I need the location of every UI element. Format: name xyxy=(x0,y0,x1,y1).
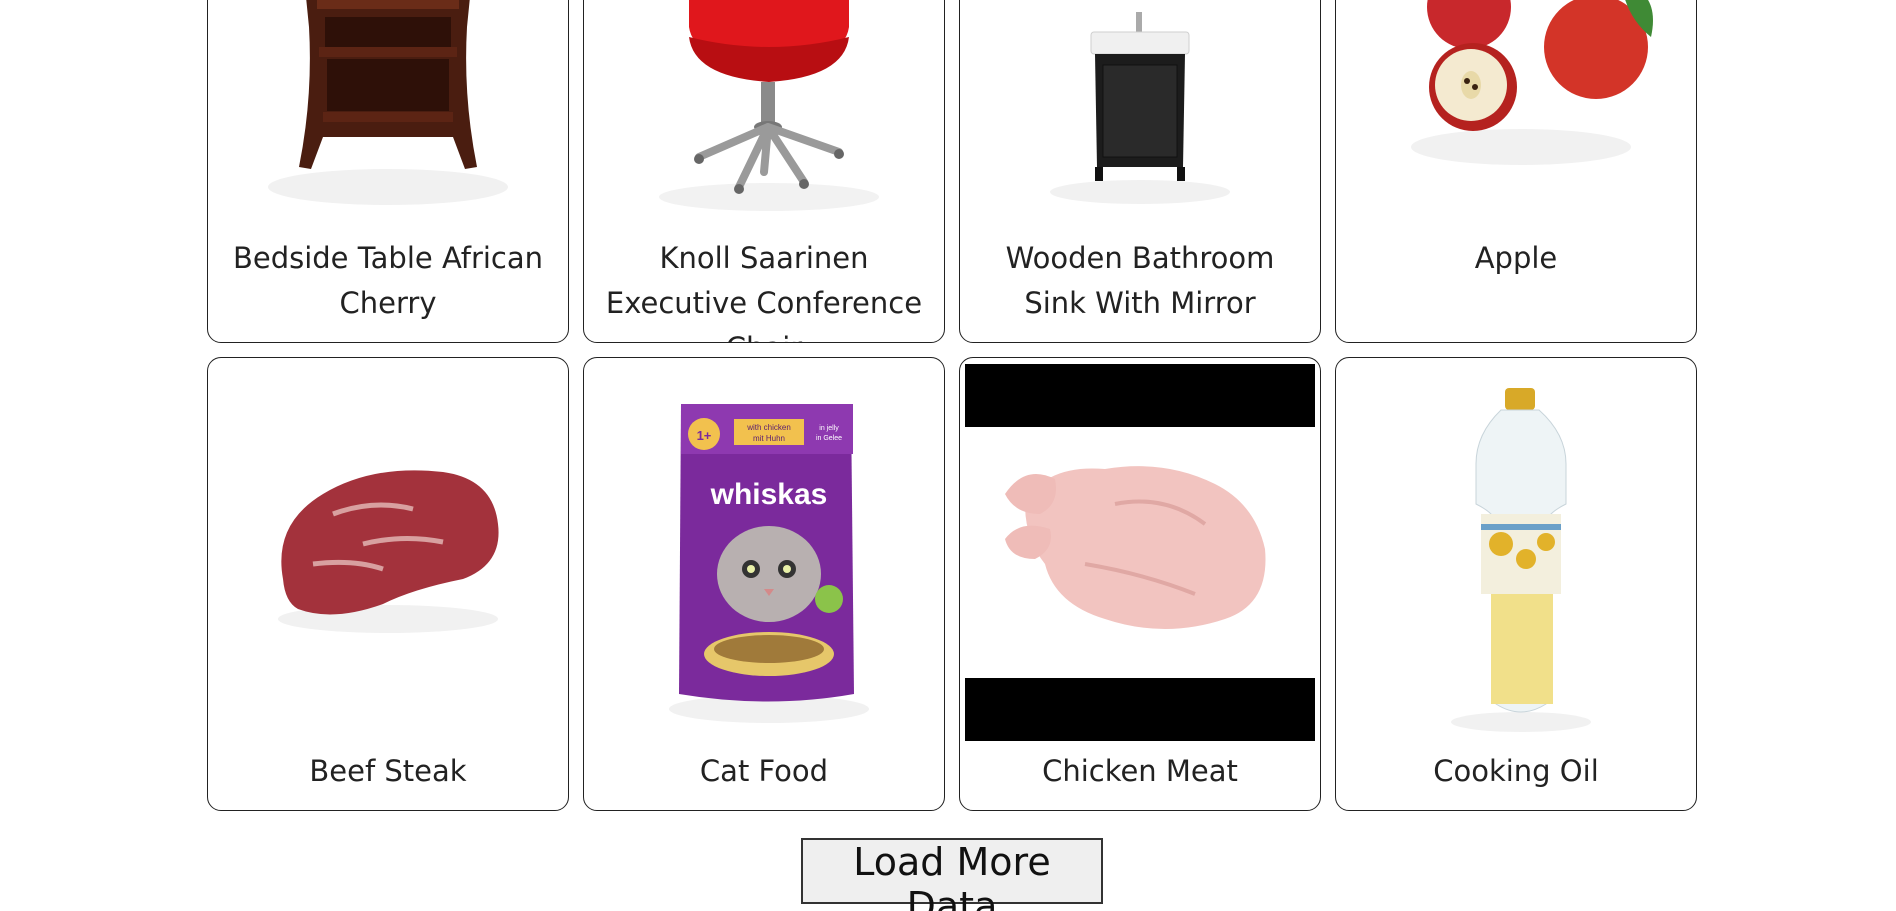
cooking-oil-image xyxy=(1341,364,1691,741)
product-card[interactable]: Wooden Bathroom Sink With Mirror xyxy=(959,0,1321,343)
chicken-meat-image xyxy=(965,364,1315,741)
side-text-2: in Gelee xyxy=(816,435,842,442)
side-text-1: in jelly xyxy=(819,425,839,432)
age-badge: 1+ xyxy=(697,428,712,443)
flavor-text-1: with chicken xyxy=(746,423,791,432)
flavor-text-2: mit Huhn xyxy=(753,434,785,443)
product-card[interactable]: Bedside Table African Cherry xyxy=(207,0,569,343)
product-name[interactable]: Bedside Table African Cherry xyxy=(223,236,553,326)
product-name[interactable]: Cat Food xyxy=(599,749,929,794)
product-card[interactable]: Cooking Oil xyxy=(1335,357,1697,811)
product-card[interactable]: Chicken Meat xyxy=(959,357,1321,811)
product-name[interactable]: Knoll Saarinen Executive Conference Chai… xyxy=(599,236,929,342)
bathroom-sink-image xyxy=(965,0,1315,230)
bedside-table-image xyxy=(213,0,563,230)
load-more-button[interactable]: Load More Data xyxy=(801,838,1103,911)
product-name[interactable]: Apple xyxy=(1351,236,1681,281)
office-chair-image xyxy=(589,0,939,230)
product-name[interactable]: Cooking Oil xyxy=(1351,749,1681,794)
product-name[interactable]: Chicken Meat xyxy=(975,749,1305,794)
product-page: Bedside Table African Cherry Knoll Saari… xyxy=(0,0,1896,911)
product-card[interactable]: Beef Steak xyxy=(207,357,569,811)
cat-food-image: with chicken mit Huhn in jelly in Gelee … xyxy=(589,364,939,741)
product-name[interactable]: Wooden Bathroom Sink With Mirror xyxy=(975,236,1305,326)
product-card[interactable]: with chicken mit Huhn in jelly in Gelee … xyxy=(583,357,945,811)
apple-image xyxy=(1341,0,1691,230)
product-card[interactable]: Apple xyxy=(1335,0,1697,343)
product-grid: Bedside Table African Cherry Knoll Saari… xyxy=(207,0,1697,811)
product-card[interactable]: Knoll Saarinen Executive Conference Chai… xyxy=(583,0,945,343)
beef-steak-image xyxy=(213,364,563,741)
product-name[interactable]: Beef Steak xyxy=(223,749,553,794)
brand-logo: whiskas xyxy=(710,478,828,511)
